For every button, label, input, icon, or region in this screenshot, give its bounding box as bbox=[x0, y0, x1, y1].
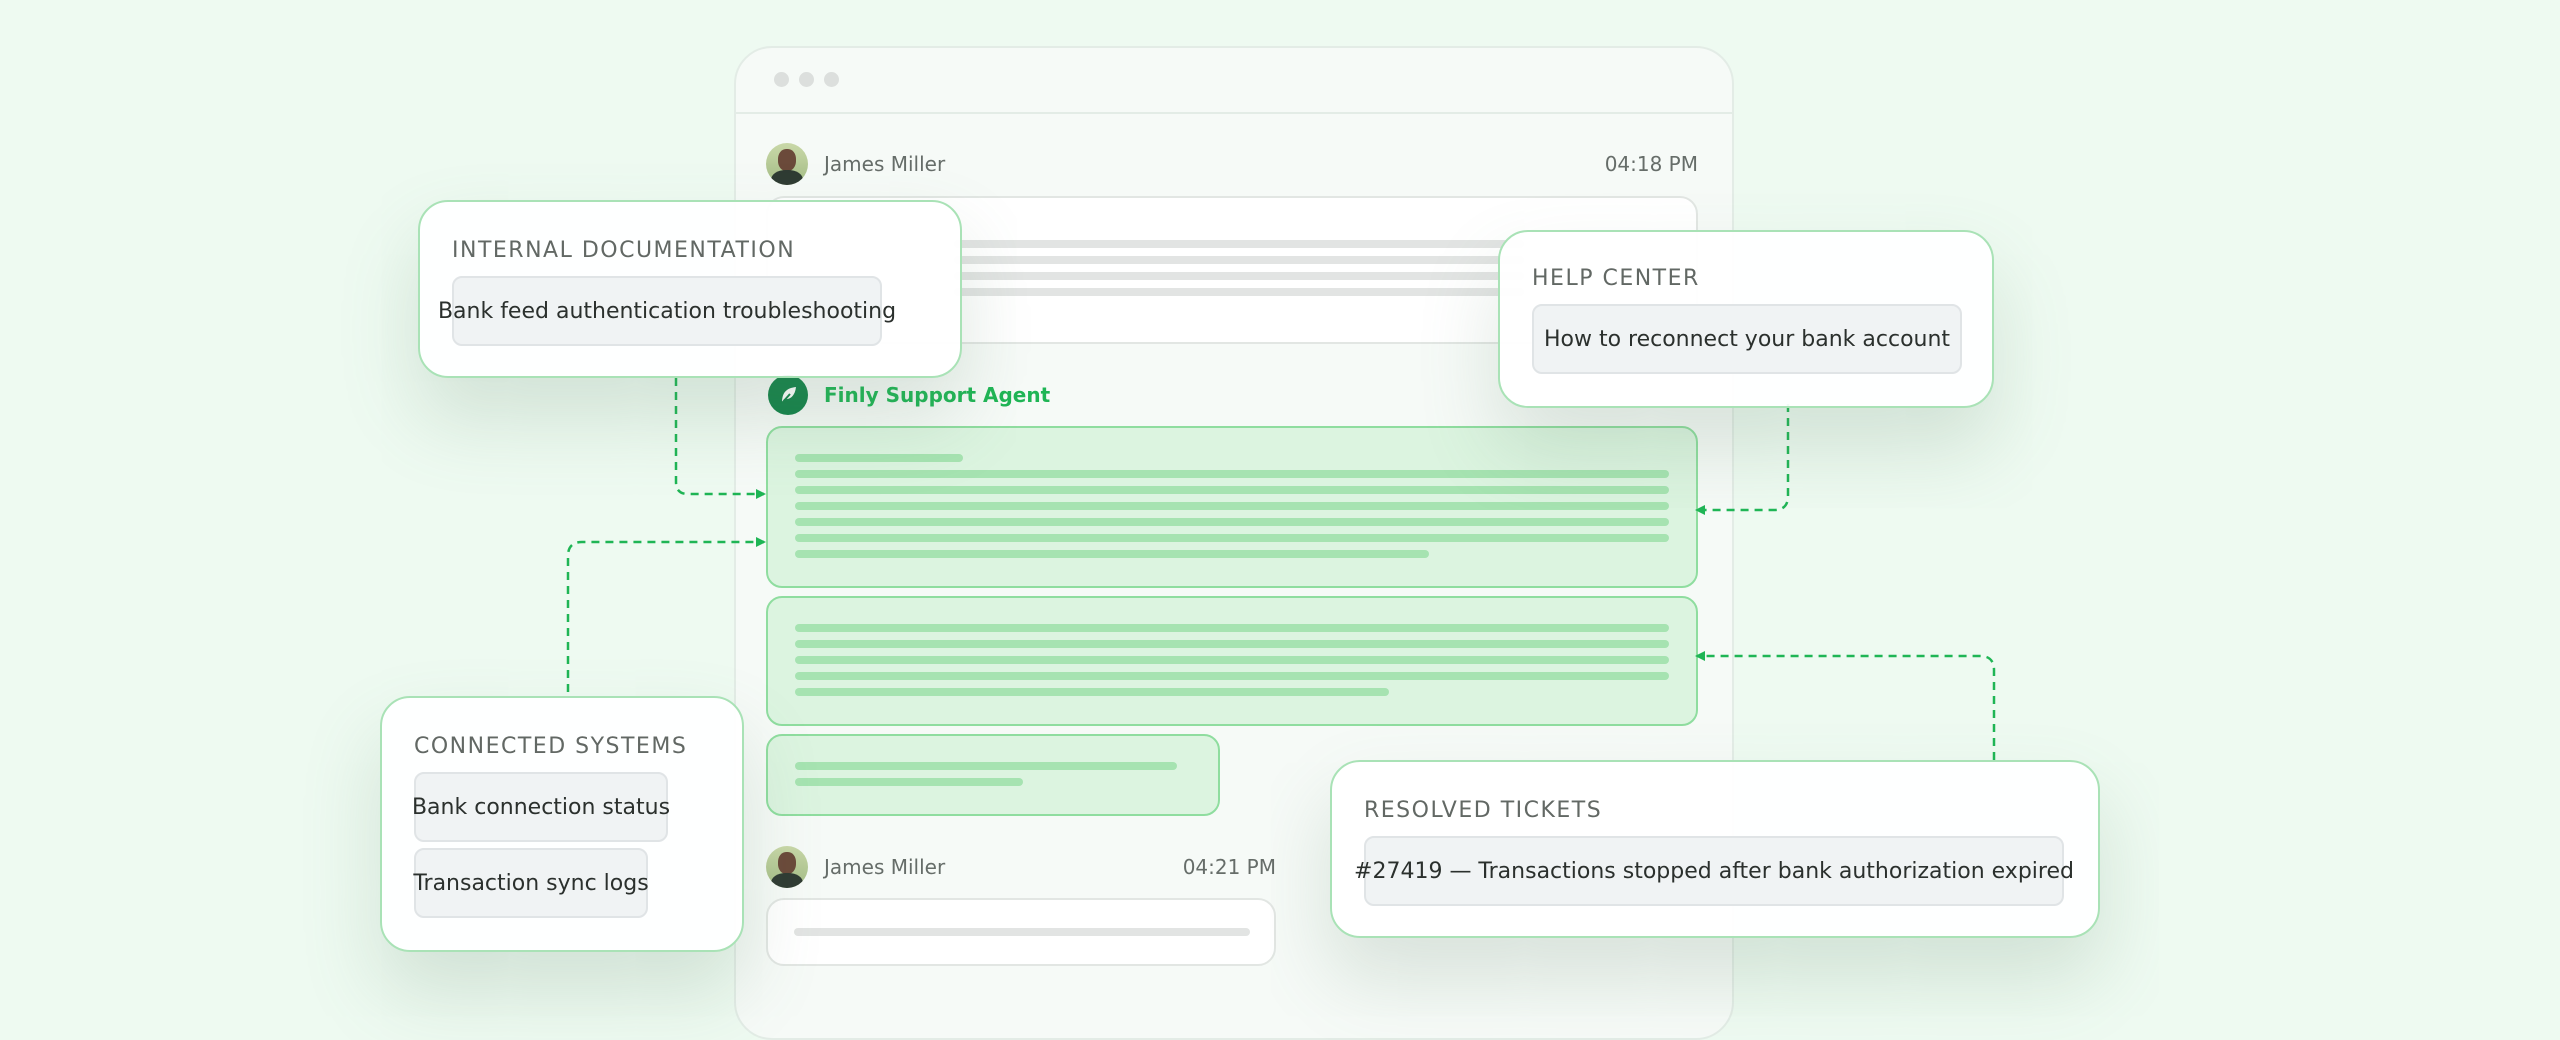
internal-documentation-card: INTERNAL DOCUMENTATION Bank feed authent… bbox=[418, 200, 962, 378]
source-chip[interactable]: Transaction sync logs bbox=[413, 848, 649, 918]
resolved-tickets-card: RESOLVED TICKETS #27419 — Transactions s… bbox=[1330, 760, 2100, 938]
card-title: INTERNAL DOCUMENTATION bbox=[452, 238, 796, 263]
source-chip[interactable]: Bank feed authentication troubleshooting bbox=[438, 276, 896, 346]
card-title: CONNECTED SYSTEMS bbox=[414, 734, 688, 759]
card-title: HELP CENTER bbox=[1532, 266, 1700, 291]
card-title: RESOLVED TICKETS bbox=[1364, 798, 1603, 823]
source-chip[interactable]: #27419 — Transactions stopped after bank… bbox=[1354, 836, 2074, 906]
connected-systems-card: CONNECTED SYSTEMS Bank connection status… bbox=[380, 696, 744, 952]
help-center-card: HELP CENTER How to reconnect your bank a… bbox=[1498, 230, 1994, 408]
source-chip[interactable]: Bank connection status bbox=[412, 772, 670, 842]
source-chip[interactable]: How to reconnect your bank account bbox=[1532, 304, 1962, 374]
